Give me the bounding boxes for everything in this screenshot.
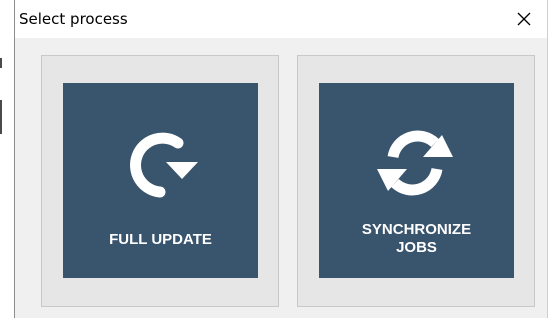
- background-window-edge: [0, 0, 14, 318]
- close-icon: [517, 12, 531, 26]
- full-update-panel: FULL UPDATE: [41, 55, 279, 307]
- redo-arrow-icon: [130, 132, 198, 198]
- full-update-label: FULL UPDATE: [109, 231, 212, 248]
- synchronize-jobs-label: SYNCHRONIZE JOBS: [361, 221, 472, 256]
- full-update-button[interactable]: FULL UPDATE: [63, 83, 258, 278]
- sync-arrows-icon: [377, 130, 453, 196]
- synchronize-jobs-panel: SYNCHRONIZE JOBS: [297, 55, 535, 307]
- close-button[interactable]: [501, 0, 547, 38]
- synchronize-jobs-button[interactable]: SYNCHRONIZE JOBS: [319, 83, 514, 278]
- dialog-title: Select process: [19, 10, 128, 28]
- title-bar[interactable]: Select process: [15, 0, 547, 38]
- select-process-dialog: Select process FULL UPDATE SYNCHRONIZE J…: [14, 0, 548, 318]
